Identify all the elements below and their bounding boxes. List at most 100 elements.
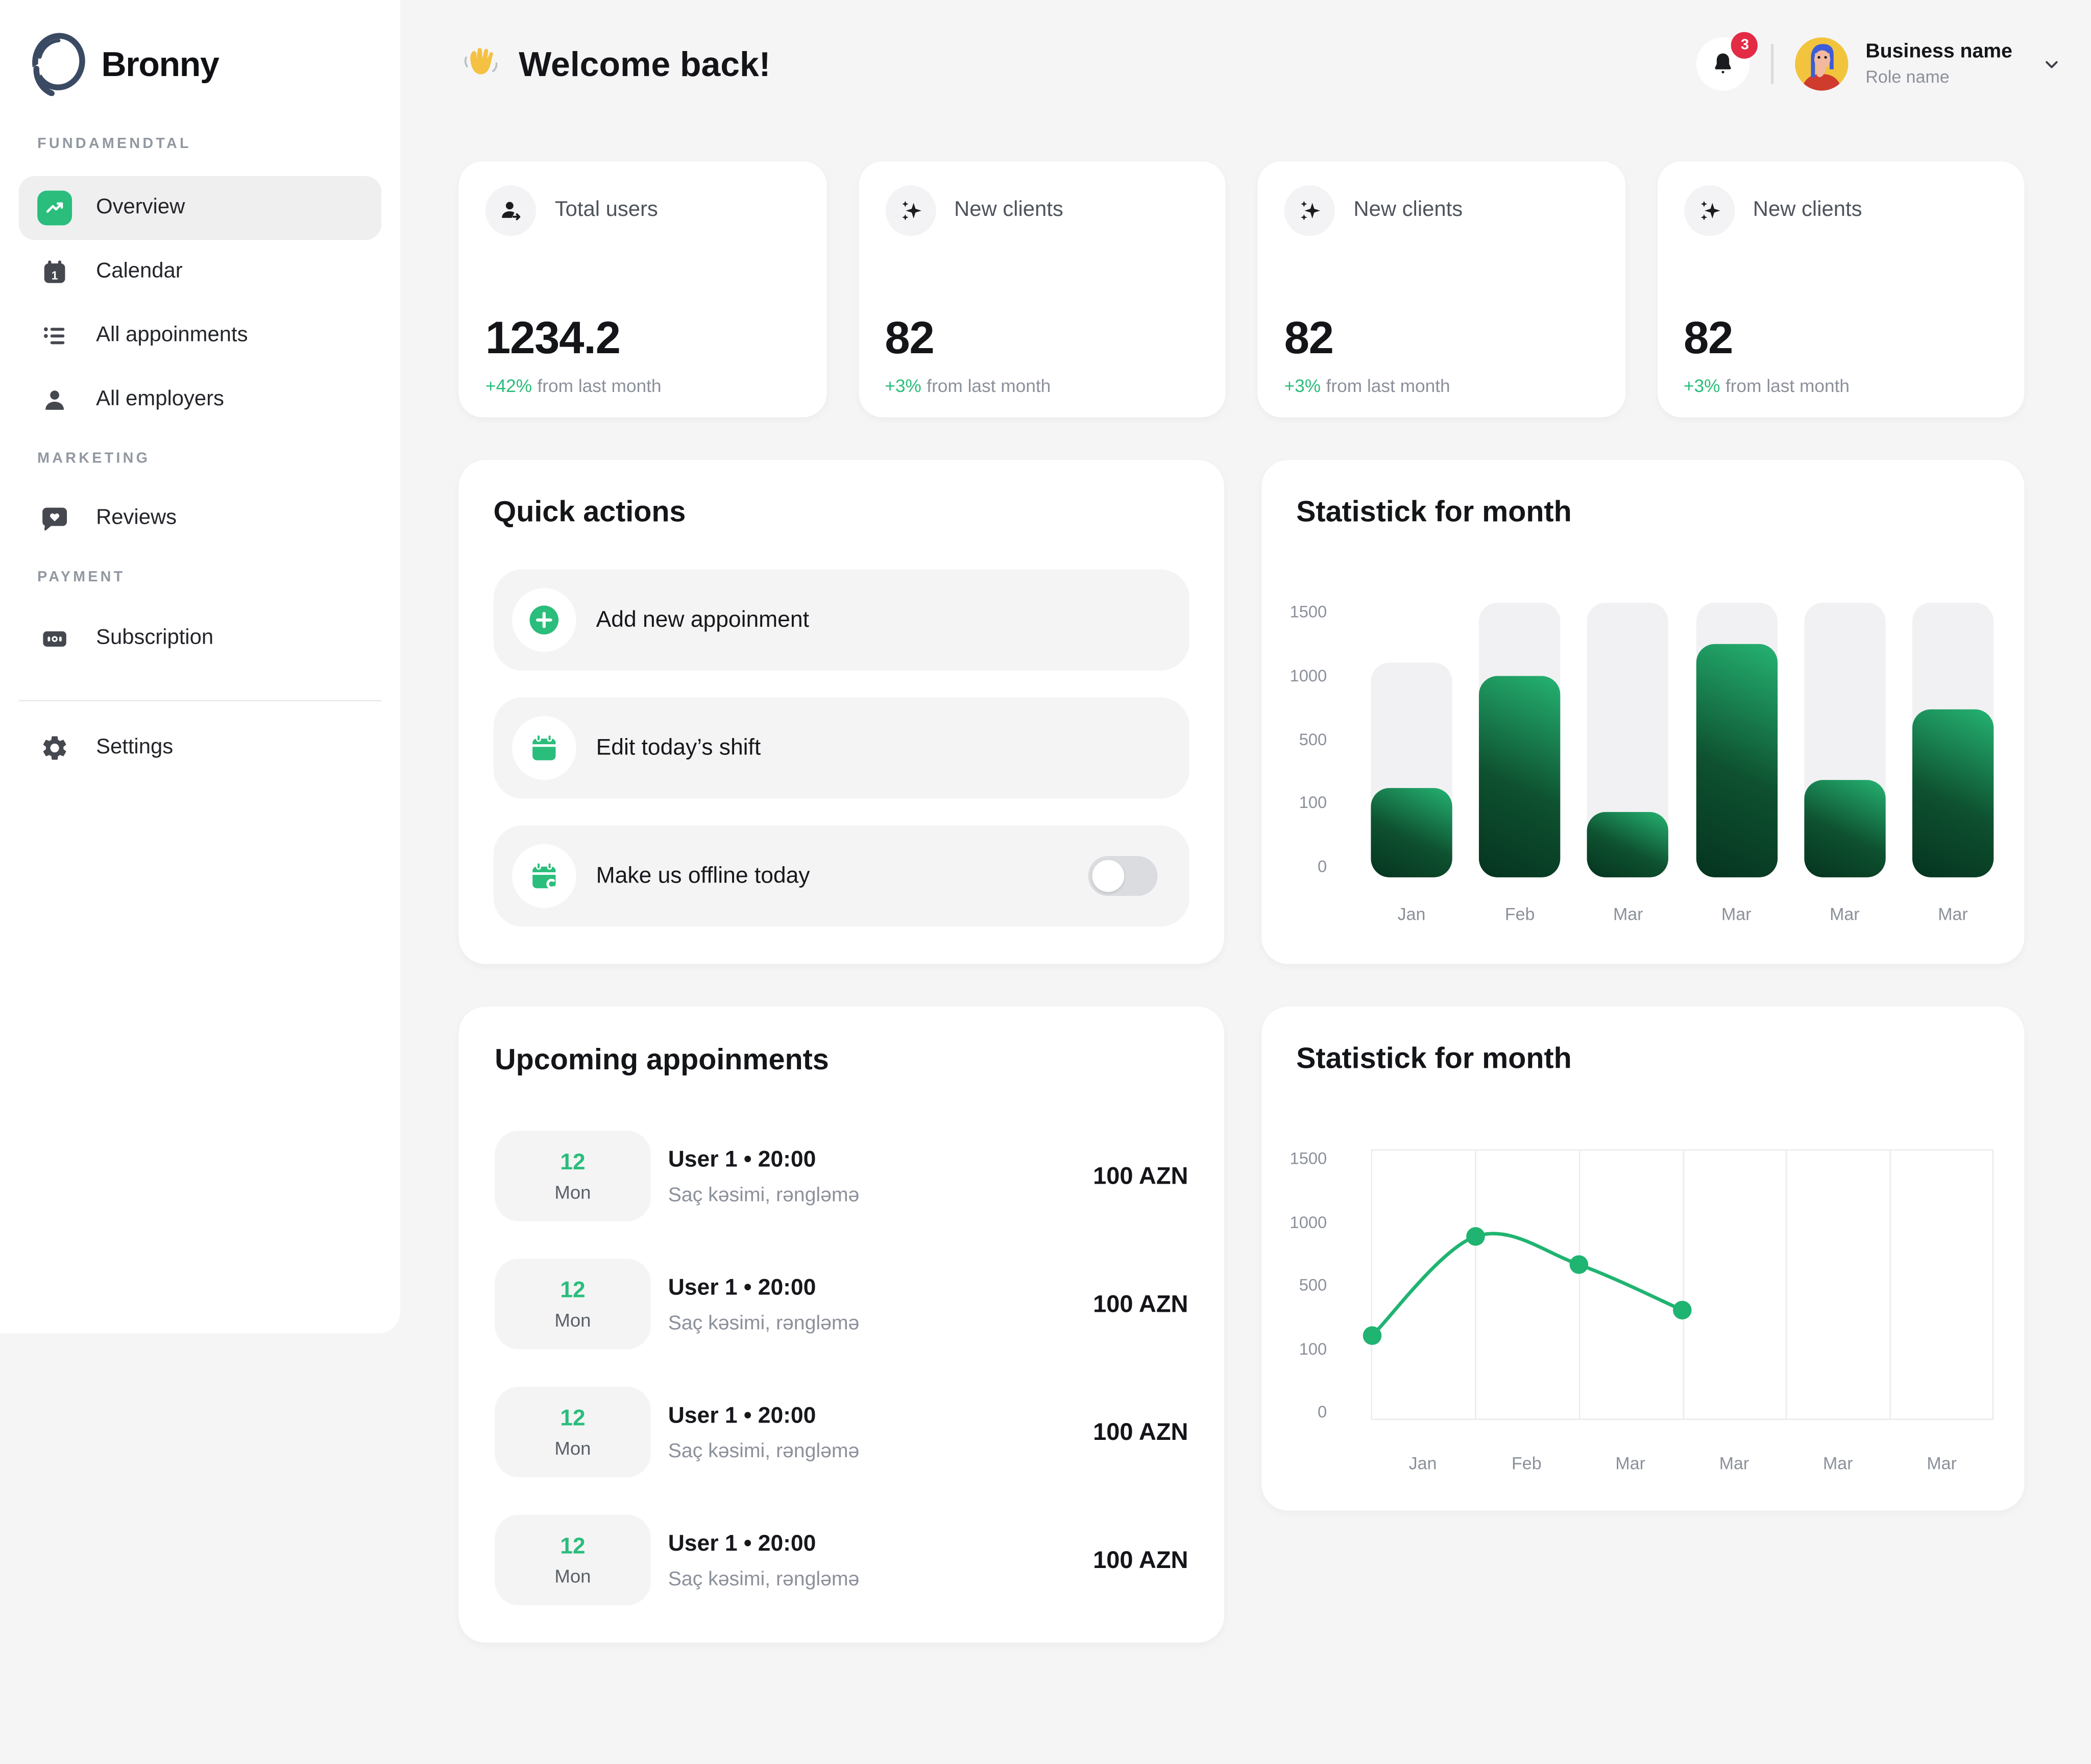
upcoming-appoinments-card: Upcoming appoinments 12 Mon User 1 • 20:0… [458,1007,1225,1643]
appointment-price: 100 AZN [1093,1418,1188,1445]
appointments-list: 12 Mon User 1 • 20:00 Saç kəsimi, rəngləm… [495,1131,1188,1606]
user-plus-icon [485,185,537,236]
sidebar-item-all-employers[interactable]: All employers [19,368,382,432]
person-icon [37,383,72,418]
bar-chart-y-axis: 1500 1000 500 100 0 [1290,602,1327,876]
bar-slot [1804,602,1886,877]
appointment-row[interactable]: 12 Mon User 1 • 20:00 Saç kəsimi, rəngləm… [495,1258,1188,1350]
line-chart-y-axis: 1500 1000 500 100 0 [1290,1149,1327,1422]
sidebar-item-settings[interactable]: Settings [19,716,382,780]
data-point [1569,1255,1589,1274]
subscription-card-icon [37,621,72,656]
bar-chart-card: Statistick for month 1500 1000 500 100 0 J… [1261,460,2025,964]
notifications-button[interactable]: 3 [1696,32,1759,91]
data-point [1466,1227,1485,1246]
make-us-offline-row[interactable]: Make us offline today [493,825,1190,927]
stat-label: New clients [954,199,1063,222]
header-divider [1771,44,1774,84]
sidebar: Bronny FUNDAMENDTAL Overview 1 Calendar … [0,0,400,1334]
gear-icon [37,731,72,766]
sidebar-item-label: Settings [96,736,174,759]
chevron-down-icon[interactable] [2041,54,2061,74]
stat-value: 82 [885,313,935,364]
svg-text:1: 1 [52,268,58,282]
line-chart-x-axis: Jan Feb Mar Mar Mar Mar [1408,1453,1957,1474]
brand-logo[interactable]: Bronny [0,0,400,96]
page-title: Welcome back! [519,43,771,84]
bar-chart-title: Statistick for month [1296,495,1572,528]
line-chart-plot [1363,1149,1994,1420]
appointment-price: 100 AZN [1093,1290,1188,1317]
sidebar-item-reviews[interactable]: Reviews [19,486,382,550]
appointment-services: Saç kəsimi, rəngləmə [668,1567,860,1590]
stat-delta: +3% from last month [885,376,1051,396]
line-chart-card: Statistick for month 1500 1000 500 100 0 J… [1261,1007,2025,1511]
sidebar-item-label: Calendar [96,260,183,283]
stat-card-new-clients-3: New clients 82 +3% from last month [1657,161,2025,418]
bar-chart-bars [1371,602,1994,877]
plus-circle-icon [512,588,576,652]
edit-todays-shift-button[interactable]: Edit today’s shift [493,697,1190,799]
line-chart-title: Statistick for month [1296,1041,1572,1075]
business-name: Business name [1865,40,2012,63]
date-chip: 12 Mon [495,1258,651,1350]
stat-label: New clients [1353,199,1463,222]
sparkles-icon [885,185,936,236]
trend-up-icon [37,190,72,226]
greeting: Welcome back! [459,32,771,96]
stat-delta: +3% from last month [1683,376,1850,396]
appointment-title: User 1 • 20:00 [668,1146,816,1171]
line-series [1363,1227,1692,1345]
bar-slot [1912,602,1994,877]
stat-value: 82 [1683,313,1734,364]
offline-toggle[interactable] [1088,856,1158,896]
appointment-row[interactable]: 12 Mon User 1 • 20:00 Saç kəsimi, rəngləm… [495,1514,1188,1606]
add-new-appoinment-button[interactable]: Add new appoinment [493,569,1190,671]
stat-delta: +3% from last month [1284,376,1450,396]
sidebar-item-subscription[interactable]: Subscription [19,607,382,671]
bar-slot [1587,602,1669,877]
appointment-row[interactable]: 12 Mon User 1 • 20:00 Saç kəsimi, rəngləm… [495,1131,1188,1221]
stat-card-new-clients-2: New clients 82 +3% from last month [1257,161,1625,418]
sidebar-section-fundamendtal: FUNDAMENDTAL [37,136,191,152]
appointment-title: User 1 • 20:00 [668,1274,816,1300]
brand-mark-icon [29,32,88,96]
stat-value: 1234.2 [485,313,621,364]
appointment-title: User 1 • 20:00 [668,1530,816,1556]
sidebar-item-calendar[interactable]: 1 Calendar [19,240,382,304]
stat-label: New clients [1753,199,1862,222]
stat-cards-row: Total users 1234.2 +42% from last month N… [458,161,2025,418]
calendar-edit-icon [512,844,576,908]
profile-info[interactable]: Business name Role name [1865,40,2012,87]
wave-hand-icon [459,43,502,86]
sidebar-item-overview[interactable]: Overview [18,176,382,240]
appointment-services: Saç kəsimi, rəngləmə [668,1439,860,1462]
quick-actions-card: Quick actions Add new appoinment Edit to… [458,460,1225,964]
toggle-knob [1092,860,1125,892]
appointment-services: Saç kəsimi, rəngləmə [668,1183,860,1206]
role-name: Role name [1865,66,1950,86]
quick-action-label: Edit today’s shift [596,734,761,760]
stat-delta: +42% from last month [485,376,662,396]
stat-card-new-clients-1: New clients 82 +3% from last month [858,161,1226,418]
stat-card-total-users: Total users 1234.2 +42% from last month [458,161,826,418]
quick-action-label: Add new appoinment [596,606,809,632]
avatar[interactable] [1794,37,1849,91]
sidebar-item-label: All appoinments [96,324,248,347]
sidebar-section-payment: PAYMENT [37,569,126,585]
bar-slot [1479,602,1561,877]
sidebar-item-label: All employers [96,388,224,411]
sidebar-item-label: Subscription [96,626,214,650]
sidebar-divider [18,700,382,702]
sidebar-section-marketing: MARKETING [37,450,151,467]
appointment-row[interactable]: 12 Mon User 1 • 20:00 Saç kəsimi, rəngləm… [495,1386,1188,1478]
upcoming-title: Upcoming appoinments [495,1042,829,1076]
header-controls: 3 Business name Role name [1696,32,2062,96]
appointment-title: User 1 • 20:00 [668,1402,816,1428]
notification-badge: 3 [1731,32,1759,59]
list-icon [37,318,72,353]
sidebar-item-all-appoinments[interactable]: All appoinments [19,304,382,368]
brand-name: Bronny [101,43,220,84]
date-chip: 12 Mon [495,1386,651,1478]
bell-icon [1715,53,1732,74]
